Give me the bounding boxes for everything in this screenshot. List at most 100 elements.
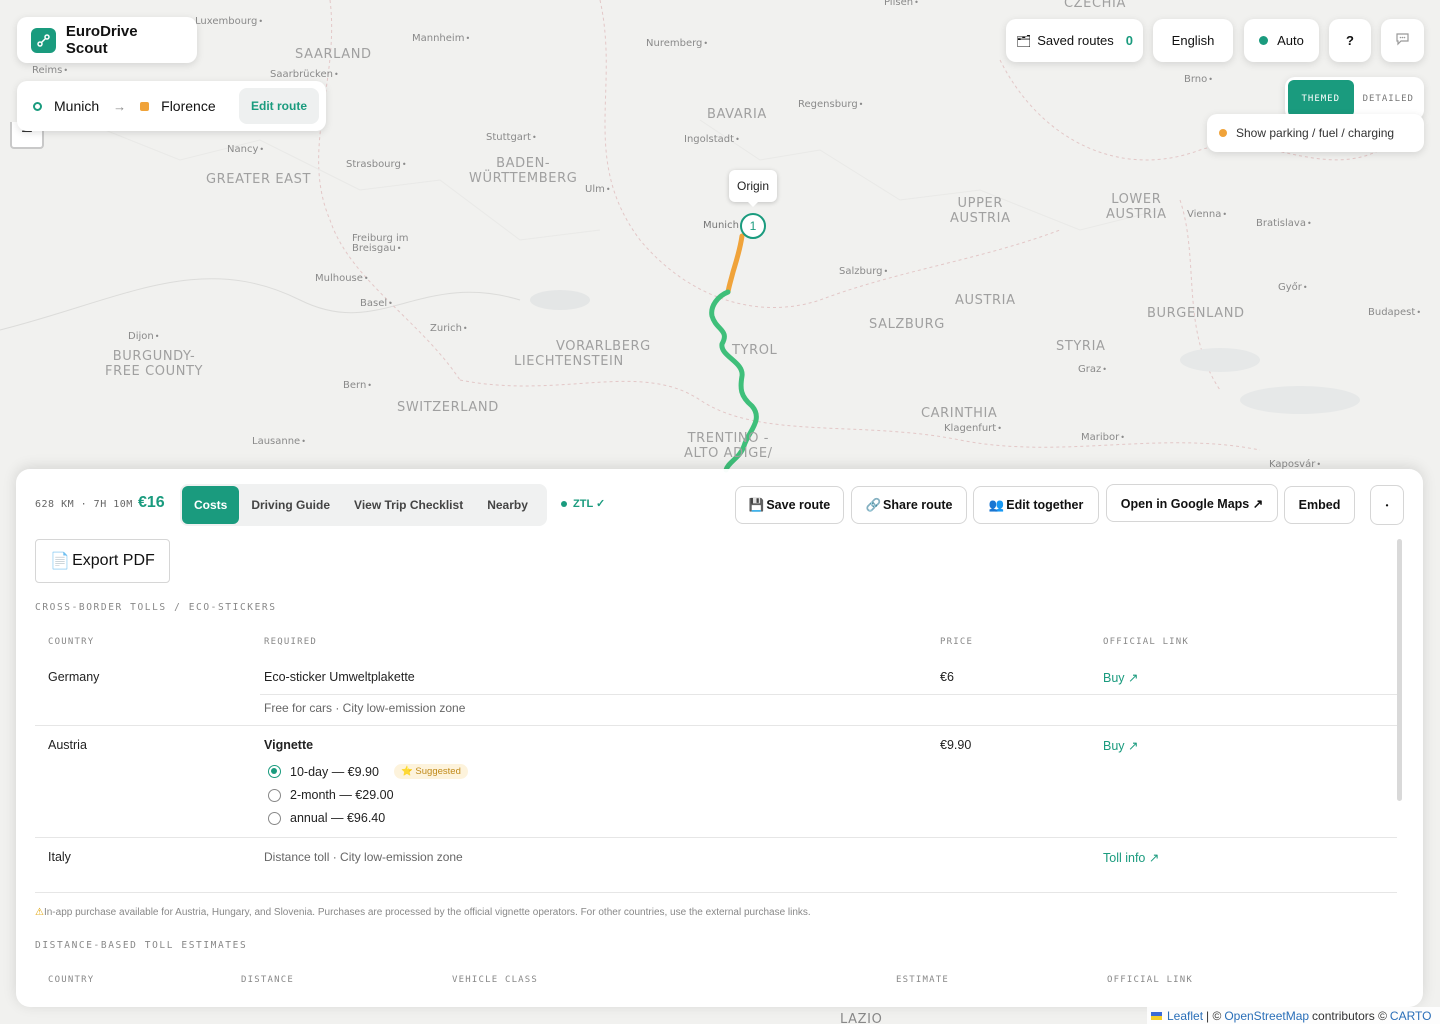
attribution-text: | © [1206,1008,1222,1023]
help-button[interactable]: ? [1329,19,1371,62]
save-route-label: Save route [766,498,831,512]
row-divider [35,837,1397,838]
share-route-label: Share route [883,498,953,512]
ztl-status: ZTL ✓ [561,497,605,510]
themed-style-option[interactable]: THEMED [1288,80,1354,117]
ztl-label: ZTL ✓ [573,498,606,510]
vignette-option-label: annual — €96.40 [290,811,386,825]
row-divider [35,892,1397,893]
radio-selected-icon[interactable] [268,765,281,778]
vignette-option-label: 10-day — €9.90 [290,764,379,779]
vignette-option-label: 2-month — €29.00 [290,788,394,802]
leaflet-link[interactable]: Leaflet [1167,1009,1203,1023]
table-header: REQUIRED [264,637,317,647]
edit-together-label: Edit together [1006,498,1084,512]
tab-nearby[interactable]: Nearby [475,486,540,524]
vignette-option-annual[interactable]: annual — €96.40 [268,811,385,825]
save-route-button[interactable]: 💾 Save route [735,486,844,524]
tab-trip-checklist[interactable]: View Trip Checklist [342,486,475,524]
warning-icon: ⚠ [35,907,44,918]
poi-toggle-button[interactable]: Show parking / fuel / charging [1207,114,1424,152]
purchase-notice: ⚠In-app purchase available for Austria, … [35,907,811,918]
table-cell-note: Free for cars · City low-emission zone [264,701,466,715]
vignette-option-10-day[interactable]: 10-day — €9.90 ⭐ Suggested [268,764,468,779]
status-dot-icon [1259,36,1269,45]
saved-routes-button[interactable]: 🗂 Saved routes 0 [1006,19,1143,62]
more-options-icon[interactable]: • [1370,485,1404,525]
panel-header: 628 KM · 7H 10M €16 Costs Driving Guide … [16,484,1423,526]
origin-dot-icon [33,101,42,111]
table-header: VEHICLE CLASS [452,975,539,985]
table-header: ESTIMATE [896,975,949,985]
poi-toggle-label: Show parking / fuel / charging [1236,126,1395,140]
open-google-maps-button[interactable]: Open in Google Maps ↗ [1106,484,1278,522]
floppy-disk-icon: 💾 [748,497,765,512]
arrow-right-icon: → [113,98,127,114]
buy-link[interactable]: Buy ↗ [1103,738,1139,753]
trip-panel: 628 KM · 7H 10M €16 Costs Driving Guide … [16,469,1423,1007]
tab-driving-guide[interactable]: Driving Guide [239,486,342,524]
toll-info-link[interactable]: Toll info ↗ [1103,850,1159,865]
poi-dot-icon [1219,129,1227,137]
embed-button[interactable]: Embed [1284,486,1355,524]
detailed-style-option[interactable]: DETAILED [1356,80,1422,117]
auto-mode-button[interactable]: Auto [1244,19,1319,62]
ukraine-flag-icon [1151,1011,1162,1020]
document-icon: 📄 [50,553,71,570]
attribution-text: contributors © [1312,1008,1387,1023]
trip-total-cost: €16 [138,494,165,511]
language-button[interactable]: English [1153,19,1233,62]
purchase-notice-text: In-app purchase available for Austria, H… [43,907,811,918]
table-cell-price: €9.90 [940,738,972,752]
edit-route-button[interactable]: Edit route [239,88,319,124]
auto-mode-label: Auto [1277,33,1304,48]
route-summary: Munich → Florence Edit route [17,81,326,131]
export-pdf-button[interactable]: 📄 Export PDF [35,539,170,583]
link-icon: 🔗 [865,497,882,512]
osm-link[interactable]: OpenStreetMap [1224,1009,1309,1023]
vignette-option-2-month[interactable]: 2-month — €29.00 [268,788,394,802]
chat-bubble-icon [1395,32,1410,49]
row-divider [35,725,1397,726]
route-logo-icon [31,27,56,53]
suggested-badge: ⭐ Suggested [393,764,468,779]
app-brand[interactable]: EuroDrive Scout [17,17,197,63]
export-pdf-label: Export PDF [72,552,155,569]
table-cell-country: Germany [48,670,100,684]
people-icon: 👥 [988,497,1005,512]
radio-icon[interactable] [268,788,281,802]
estimates-section-title: DISTANCE-BASED TOLL ESTIMATES [35,940,248,951]
ztl-dot-icon [561,500,567,507]
table-header: COUNTRY [48,975,95,985]
carto-link[interactable]: CARTO [1390,1009,1432,1023]
table-cell-country: Austria [48,738,87,752]
row-divider [260,694,1397,695]
folder-icon: 🗂 [1015,33,1032,48]
route-destination: Florence [161,98,216,114]
share-route-button[interactable]: 🔗 Share route [851,486,967,524]
origin-marker[interactable]: 1 [740,213,766,239]
table-header: OFFICIAL LINK [1103,637,1190,647]
trip-distance-time: 628 KM · 7H 10M [35,499,133,510]
panel-tabs: Costs Driving Guide View Trip Checklist … [180,484,547,526]
map-attribution: Leaflet | © OpenStreetMap contributors ©… [1147,1007,1440,1024]
feedback-button[interactable] [1381,19,1424,62]
table-cell-required: Eco-sticker Umweltplakette [264,670,415,684]
app-name: EuroDrive Scout [65,23,138,57]
table-cell-required: Distance toll · City low-emission zone [264,850,463,864]
tolls-section-title: CROSS-BORDER TOLLS / ECO-STICKERS [35,602,277,613]
destination-dot-icon [140,101,150,111]
origin-tooltip: Origin [729,170,777,207]
saved-routes-label: Saved routes [1037,33,1114,48]
buy-link[interactable]: Buy ↗ [1103,670,1139,685]
table-header: DISTANCE [241,975,294,985]
table-header: PRICE [940,637,974,647]
radio-icon[interactable] [268,811,281,825]
table-cell-price: €6 [940,670,954,684]
tab-costs[interactable]: Costs [182,486,240,524]
panel-scrollbar[interactable] [1397,539,1402,801]
table-header: COUNTRY [48,637,95,647]
table-cell-country: Italy [48,850,71,864]
edit-together-button[interactable]: 👥 Edit together [973,486,1099,524]
suggested-badge-label: Suggested [415,766,461,777]
